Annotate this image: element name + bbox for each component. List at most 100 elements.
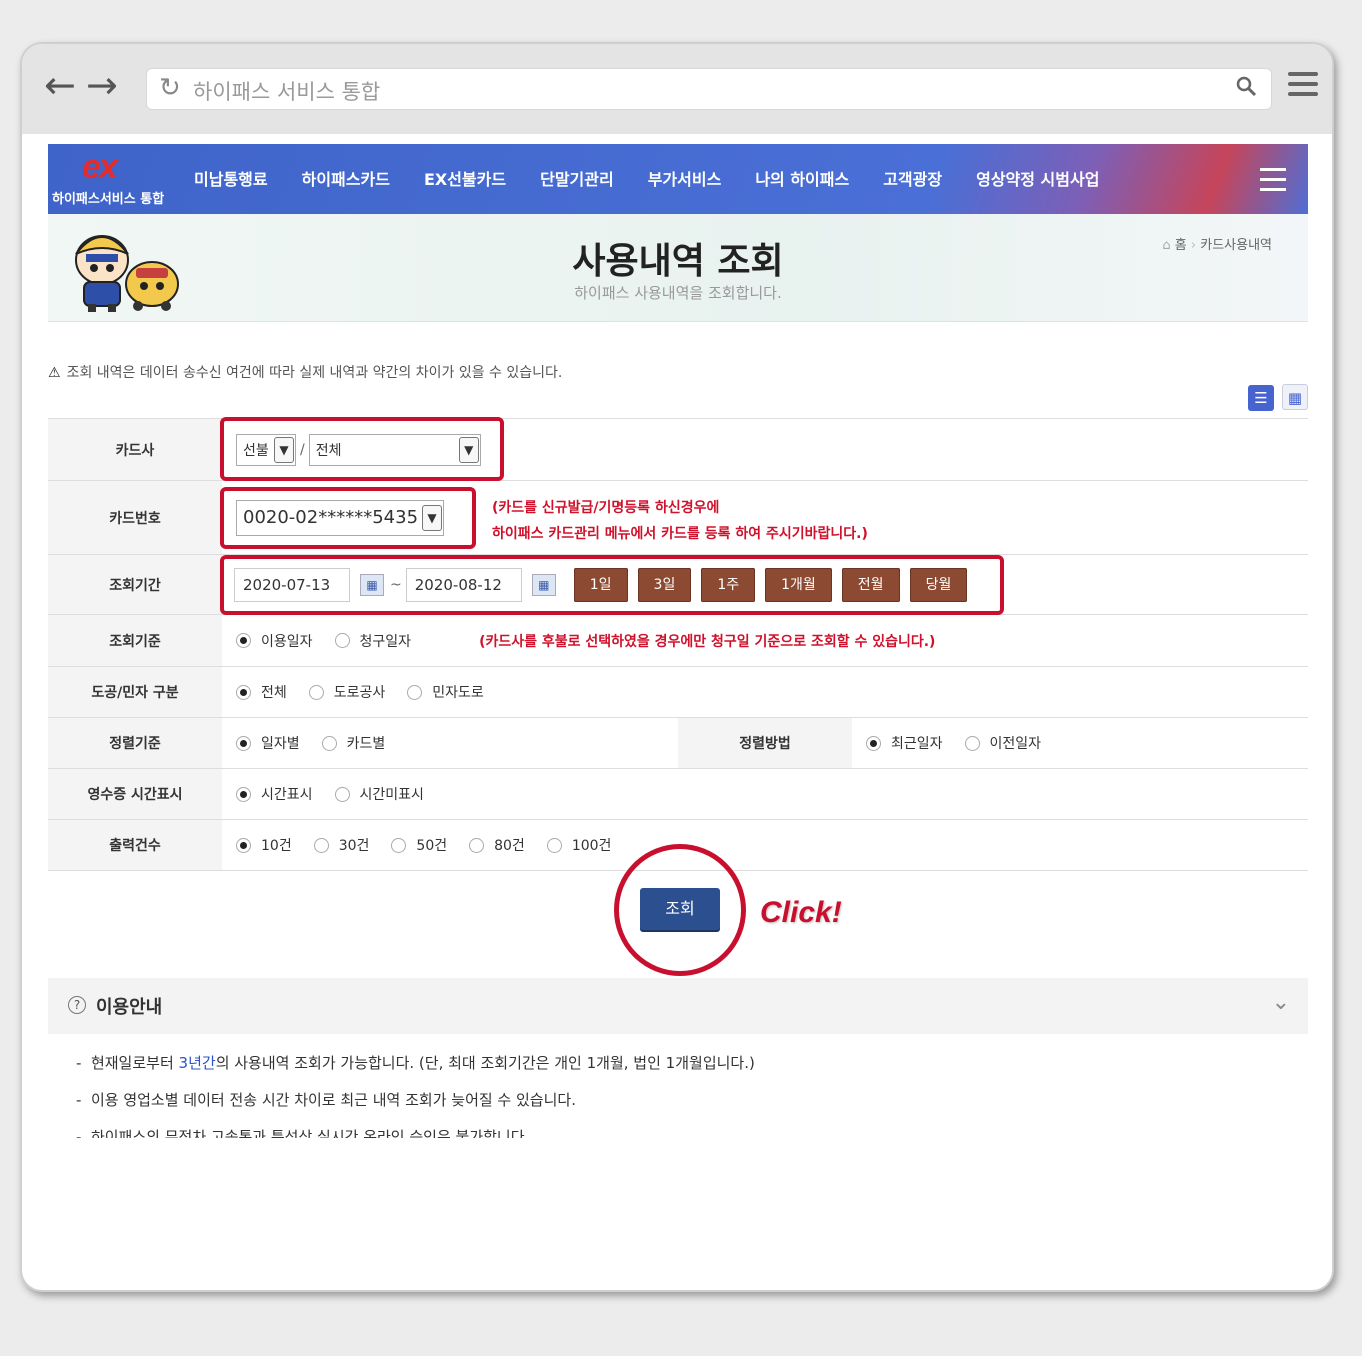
menu-item-extra-services[interactable]: 부가서비스 bbox=[648, 166, 722, 190]
search-icon[interactable] bbox=[1235, 75, 1257, 103]
usage-guide: ? 이용안내 ⌄ - 현재일로부터 3년간의 사용내역 조회가 가능합니다. (… bbox=[48, 978, 1308, 1138]
menu-item-my-hipass[interactable]: 나의 하이패스 bbox=[755, 166, 849, 190]
radio-indicator bbox=[964, 735, 980, 751]
radio-sort-by-card[interactable]: 카드별 bbox=[321, 733, 385, 753]
top-navigation: ex 하이패스서비스 통합 미납통행료 하이패스카드 EX선불카드 단말기관리 … bbox=[48, 144, 1308, 214]
logo-subtitle: 하이패스서비스 통합 bbox=[52, 192, 165, 207]
menu-item-video-pilot[interactable]: 영상약정 시범사업 bbox=[976, 166, 1099, 190]
menu-item-customer[interactable]: 고객광장 bbox=[883, 166, 942, 190]
radio-basis-usage-date[interactable]: 이용일자 bbox=[236, 631, 313, 651]
forward-arrow-icon[interactable]: → bbox=[86, 66, 118, 104]
radio-label: 도로공사 bbox=[333, 685, 386, 701]
receipt-time-value: 시간표시 시간미표시 bbox=[222, 769, 1308, 819]
radio-label: 청구일자 bbox=[359, 633, 412, 650]
warning-icon: ⚠ bbox=[48, 365, 61, 381]
submit-area: 조회 Click! bbox=[48, 844, 1308, 976]
breadcrumb: ⌂ 홈 › 카드사용내역 bbox=[1162, 234, 1272, 253]
label-sort-method: 정렬방법 bbox=[678, 718, 852, 768]
guide-line-1: - 현재일로부터 3년간의 사용내역 조회가 가능합니다. (단, 최대 조회기… bbox=[76, 1054, 755, 1072]
reload-icon[interactable]: ↻ bbox=[159, 73, 181, 103]
list-view-icon[interactable]: ☰ bbox=[1248, 385, 1274, 411]
help-icon: ? bbox=[68, 996, 86, 1014]
sort-method-value: 최근일자 이전일자 bbox=[866, 718, 1063, 768]
radio-road-expressway[interactable]: 도로공사 bbox=[308, 682, 386, 702]
guide-line-2-text: 이용 영업소별 데이터 전송 시간 차이로 최근 내역 조회가 늦어질 수 있습… bbox=[90, 1091, 576, 1109]
row-card-company: 카드사 선불 ▼ / 전체 ▼ bbox=[48, 417, 1308, 481]
menu-item-terminal[interactable]: 단말기관리 bbox=[540, 166, 614, 190]
calendar-view-icon[interactable]: ▦ bbox=[1282, 384, 1308, 410]
radio-label: 최근일자 bbox=[891, 736, 943, 752]
radio-road-all[interactable]: 전체 bbox=[236, 682, 287, 702]
guide-line-1-highlight: 3년간 bbox=[178, 1054, 216, 1072]
search-button[interactable]: 조회 bbox=[640, 888, 720, 930]
notice-message: ⚠ 조회 내역은 데이터 송수신 여건에 따라 실제 내역과 약간의 차이가 있을… bbox=[48, 362, 562, 382]
radio-indicator bbox=[866, 735, 881, 751]
label-period: 조회기간 bbox=[48, 555, 222, 614]
row-sort: 정렬기준 일자별 카드별 정렬방법 최근일자 이전일자 bbox=[48, 718, 1308, 769]
radio-basis-billing-date[interactable]: 청구일자 bbox=[334, 631, 412, 651]
highlight-box-card-company bbox=[220, 417, 504, 481]
page-title: 사용내역 조회 bbox=[572, 241, 784, 282]
row-receipt-time: 영수증 시간표시 시간표시 시간미표시 bbox=[48, 769, 1308, 820]
radio-label: 시간표시 bbox=[261, 787, 313, 803]
guide-body: - 현재일로부터 3년간의 사용내역 조회가 가능합니다. (단, 최대 조회기… bbox=[48, 1034, 1308, 1138]
guide-line-1-post: 의 사용내역 조회가 가능합니다. (단, 최대 조회기간은 개인 1개월, 법… bbox=[215, 1054, 755, 1072]
browser-toolbar: ← → ↻ 하이패스 서비스 통합 bbox=[22, 44, 1332, 134]
road-type-value: 전체 도로공사 민자도로 bbox=[222, 667, 1308, 717]
browser-window: ← → ↻ 하이패스 서비스 통합 ex 하이패스서비스 통합 미납통행료 하이… bbox=[20, 42, 1334, 1292]
search-form: 카드사 선불 ▼ / 전체 ▼ 카드번호 0020-02******5435 ▼… bbox=[48, 417, 1308, 871]
radio-indicator bbox=[236, 633, 251, 648]
page-subtitle: 하이패스 사용내역을 조회합니다. bbox=[574, 284, 782, 302]
main-menu: 미납통행료 하이패스카드 EX선불카드 단말기관리 부가서비스 나의 하이패스 … bbox=[194, 166, 1099, 190]
address-bar[interactable]: ↻ 하이패스 서비스 통합 bbox=[146, 68, 1272, 110]
guide-header[interactable]: ? 이용안내 ⌄ bbox=[48, 978, 1308, 1034]
radio-sort-oldest[interactable]: 이전일자 bbox=[964, 733, 1041, 753]
label-sort-basis: 정렬기준 bbox=[48, 718, 222, 768]
label-card-company: 카드사 bbox=[48, 419, 222, 480]
radio-label: 시간미표시 bbox=[359, 787, 424, 803]
browser-menu-icon[interactable] bbox=[1288, 72, 1318, 96]
radio-indicator bbox=[236, 786, 251, 802]
guide-line-3-text: 하이패스의 무정차 고속통과 특성상 실시간 온라인 승인은 불가합니다. bbox=[90, 1128, 530, 1138]
radio-time-show[interactable]: 시간표시 bbox=[236, 784, 313, 804]
row-card-number: 카드번호 0020-02******5435 ▼ (카드를 신규발급/기명등록 … bbox=[48, 481, 1308, 555]
home-icon[interactable]: ⌂ bbox=[1162, 238, 1170, 253]
radio-indicator bbox=[308, 684, 324, 700]
radio-sort-recent[interactable]: 최근일자 bbox=[866, 733, 943, 753]
radio-time-hide[interactable]: 시간미표시 bbox=[334, 784, 424, 804]
page-banner: 사용내역 조회 하이패스 사용내역을 조회합니다. ⌂ 홈 › 카드사용내역 bbox=[48, 214, 1308, 322]
breadcrumb-current: 카드사용내역 bbox=[1200, 238, 1272, 253]
card-number-note-1: (카드를 신규발급/기명등록 하신경우에 bbox=[492, 500, 720, 516]
row-basis: 조회기준 이용일자 청구일자 (카드사를 후불로 선택하였을 경우에만 청구일 … bbox=[48, 615, 1308, 667]
chevron-down-icon[interactable]: ⌄ bbox=[1272, 990, 1290, 1015]
back-arrow-icon[interactable]: ← bbox=[44, 66, 76, 104]
hamburger-menu-icon[interactable] bbox=[1260, 168, 1286, 191]
notice-text: 조회 내역은 데이터 송수신 여건에 따라 실제 내역과 약간의 차이가 있을 … bbox=[66, 365, 563, 381]
basis-value: 이용일자 청구일자 (카드사를 후불로 선택하였을 경우에만 청구일 기준으로 … bbox=[222, 615, 1308, 666]
guide-line-3: - 하이패스의 무정차 고속통과 특성상 실시간 온라인 승인은 불가합니다. bbox=[76, 1126, 1308, 1138]
breadcrumb-home[interactable]: 홈 bbox=[1175, 238, 1187, 253]
radio-indicator bbox=[407, 684, 423, 700]
label-card-number: 카드번호 bbox=[48, 481, 222, 554]
menu-item-unpaid-toll[interactable]: 미납통행료 bbox=[194, 166, 268, 190]
card-number-note-2: 하이패스 카드관리 메뉴에서 카드를 등록 하여 주시기바랍니다.) bbox=[492, 526, 868, 542]
site-content: ex 하이패스서비스 통합 미납통행료 하이패스카드 EX선불카드 단말기관리 … bbox=[48, 144, 1308, 1138]
menu-item-hipass-card[interactable]: 하이패스카드 bbox=[302, 166, 390, 190]
radio-indicator bbox=[334, 633, 350, 648]
logo-mark: ex bbox=[82, 148, 118, 186]
radio-label: 전체 bbox=[261, 685, 287, 701]
address-text: 하이패스 서비스 통합 bbox=[193, 80, 381, 104]
label-receipt-time: 영수증 시간표시 bbox=[48, 769, 222, 819]
radio-indicator bbox=[321, 735, 337, 751]
basis-note: (카드사를 후불로 선택하였을 경우에만 청구일 기준으로 조회할 수 있습니다… bbox=[479, 633, 936, 650]
menu-item-ex-prepaid-card[interactable]: EX선불카드 bbox=[424, 166, 506, 190]
site-logo[interactable]: ex 하이패스서비스 통합 bbox=[52, 148, 192, 208]
radio-road-private[interactable]: 민자도로 bbox=[407, 682, 484, 702]
view-toggle: ☰ ▦ bbox=[1240, 384, 1308, 411]
label-basis: 조회기준 bbox=[48, 615, 222, 666]
radio-sort-by-date[interactable]: 일자별 bbox=[236, 733, 300, 753]
guide-line-1-pre: 현재일로부터 bbox=[90, 1054, 179, 1072]
guide-title: 이용안내 bbox=[96, 997, 163, 1018]
row-period: 조회기간 2020-07-13 ▦ ~ 2020-08-12 ▦ 1일 3일 1… bbox=[48, 555, 1308, 615]
highlight-box-period bbox=[220, 555, 1004, 615]
